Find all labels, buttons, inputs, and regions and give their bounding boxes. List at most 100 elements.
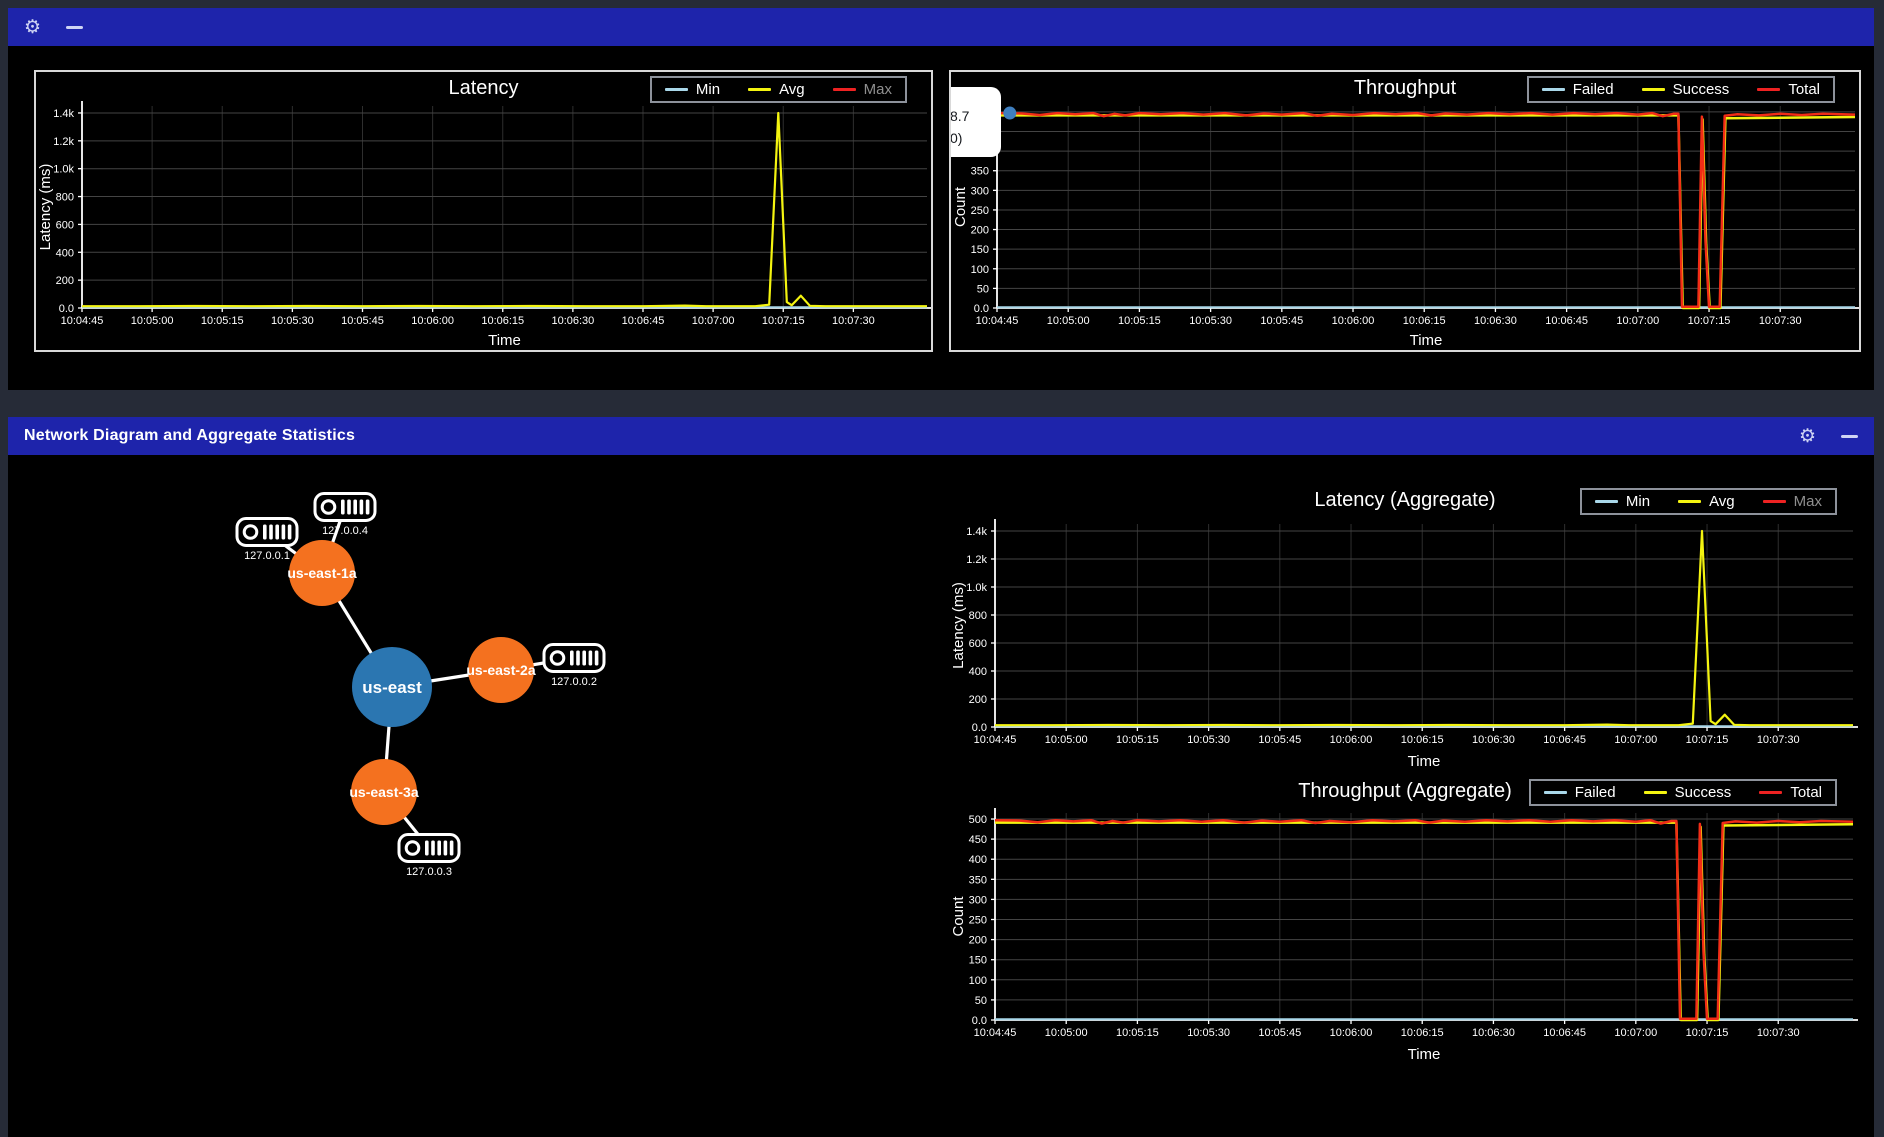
svg-text:100: 100 — [971, 264, 989, 276]
svg-text:10:04:45: 10:04:45 — [974, 734, 1017, 746]
svg-text:400: 400 — [969, 666, 987, 678]
svg-text:50: 50 — [977, 283, 989, 295]
svg-text:10:05:30: 10:05:30 — [271, 315, 314, 327]
network-device-127.0.0.4[interactable]: 127.0.0.4 — [315, 494, 375, 538]
svg-text:200: 200 — [971, 225, 989, 237]
svg-text:Time: Time — [488, 332, 521, 349]
svg-text:10:05:00: 10:05:00 — [1045, 734, 1088, 746]
svg-text:10:05:00: 10:05:00 — [1045, 1027, 1088, 1039]
legend-label: Min — [696, 81, 720, 98]
svg-text:800: 800 — [969, 610, 987, 622]
svg-text:Latency (ms): Latency (ms) — [37, 164, 54, 251]
svg-text:0.0: 0.0 — [974, 303, 989, 315]
legend-item-success[interactable]: Success — [1644, 784, 1732, 801]
svg-text:10:06:45: 10:06:45 — [1545, 315, 1588, 327]
legend-item-max[interactable]: Max — [1763, 493, 1822, 510]
legend-swatch — [1678, 500, 1701, 504]
legend-item-total[interactable]: Total — [1759, 784, 1822, 801]
device-label: 127.0.0.4 — [322, 525, 368, 537]
svg-text:350: 350 — [971, 166, 989, 178]
legend-label: Total — [1788, 81, 1820, 98]
svg-text:250: 250 — [969, 915, 987, 927]
svg-text:50: 50 — [975, 995, 987, 1007]
svg-text:100: 100 — [969, 975, 987, 987]
svg-text:450: 450 — [969, 834, 987, 846]
svg-text:10:05:45: 10:05:45 — [341, 315, 384, 327]
legend-swatch — [1544, 791, 1567, 795]
node-label: us-east — [362, 678, 422, 697]
svg-text:200: 200 — [56, 275, 74, 287]
chart-legend: Failed Success Total — [1527, 76, 1835, 103]
svg-text:10:06:45: 10:06:45 — [1543, 1027, 1586, 1039]
legend-item-failed[interactable]: Failed — [1544, 784, 1616, 801]
svg-text:10:07:30: 10:07:30 — [1757, 734, 1800, 746]
legend-label: Total — [1790, 784, 1822, 801]
legend-item-failed[interactable]: Failed — [1542, 81, 1614, 98]
legend-swatch — [748, 88, 771, 92]
legend-swatch — [833, 88, 856, 92]
panel-charts: ⚙ Latency MinAvgMax 10:04:4510:05:0010:0… — [8, 8, 1874, 390]
svg-text:10:06:45: 10:06:45 — [1543, 734, 1586, 746]
svg-text:10:06:00: 10:06:00 — [1330, 1027, 1373, 1039]
legend-item-avg[interactable]: Avg — [748, 81, 805, 98]
network-diagram: 127.0.0.4 127.0.0.1 127.0.0.2 127.0.0.3 us-e… — [10, 455, 940, 963]
panel-title: Network Diagram and Aggregate Statistics — [24, 427, 355, 445]
svg-text:10:06:15: 10:06:15 — [1401, 1027, 1444, 1039]
svg-text:10:05:30: 10:05:30 — [1187, 1027, 1230, 1039]
legend-label: Max — [864, 81, 892, 98]
legend-item-total[interactable]: Total — [1757, 81, 1820, 98]
network-node-us-east-1a[interactable]: us-east-1a — [287, 540, 356, 606]
minimize-icon[interactable] — [66, 26, 83, 29]
legend-swatch — [1542, 88, 1565, 92]
legend-label: Success — [1675, 784, 1732, 801]
node-label: us-east-2a — [466, 662, 535, 678]
svg-text:10:07:15: 10:07:15 — [1688, 315, 1731, 327]
legend-item-success[interactable]: Success — [1642, 81, 1730, 98]
chart-canvas: 10:04:4510:05:0010:05:1510:05:3010:05:45… — [951, 72, 1861, 352]
panel-network-header: Network Diagram and Aggregate Statistics… — [8, 417, 1874, 455]
svg-text:150: 150 — [971, 244, 989, 256]
minimize-icon[interactable] — [1841, 435, 1858, 438]
latency-aggregate-chart: Latency (Aggregate) MinAvgMax 10:04:4510… — [949, 484, 1861, 775]
tooltip-line: 0) — [950, 127, 1001, 149]
chart-canvas: 10:04:4510:05:0010:05:1510:05:3010:05:45… — [36, 72, 933, 352]
svg-text:10:05:15: 10:05:15 — [1116, 734, 1159, 746]
network-device-127.0.0.2[interactable]: 127.0.0.2 — [544, 645, 604, 689]
network-device-127.0.0.1[interactable]: 127.0.0.1 — [237, 519, 297, 563]
svg-text:Count: Count — [950, 896, 967, 937]
svg-text:1.4k: 1.4k — [966, 526, 987, 538]
chart-legend: Min Avg Max — [1580, 488, 1837, 515]
legend-label: Failed — [1573, 81, 1614, 98]
network-device-127.0.0.3[interactable]: 127.0.0.3 — [399, 835, 459, 879]
svg-text:10:05:45: 10:05:45 — [1258, 734, 1301, 746]
svg-text:10:06:00: 10:06:00 — [1332, 315, 1375, 327]
gear-icon[interactable]: ⚙ — [1799, 427, 1816, 446]
svg-text:10:07:30: 10:07:30 — [1757, 1027, 1800, 1039]
svg-text:10:05:45: 10:05:45 — [1258, 1027, 1301, 1039]
svg-text:300: 300 — [971, 185, 989, 197]
svg-text:10:05:15: 10:05:15 — [1116, 1027, 1159, 1039]
network-canvas: 127.0.0.4 127.0.0.1 127.0.0.2 127.0.0.3 us-e… — [10, 455, 940, 963]
device-label: 127.0.0.3 — [406, 866, 452, 878]
svg-text:Time: Time — [1408, 753, 1441, 770]
svg-text:10:05:30: 10:05:30 — [1189, 315, 1232, 327]
legend-item-avg[interactable]: Avg — [1678, 493, 1735, 510]
network-node-us-east-3a[interactable]: us-east-3a — [349, 759, 418, 825]
device-label: 127.0.0.1 — [244, 550, 290, 562]
legend-swatch — [1642, 88, 1665, 92]
svg-text:10:07:00: 10:07:00 — [692, 315, 735, 327]
network-node-us-east[interactable]: us-east — [352, 647, 432, 727]
svg-text:10:06:00: 10:06:00 — [1330, 734, 1373, 746]
legend-item-min[interactable]: Min — [665, 81, 720, 98]
svg-text:10:05:30: 10:05:30 — [1187, 734, 1230, 746]
panel-charts-header: ⚙ — [8, 8, 1874, 46]
network-node-us-east-2a[interactable]: us-east-2a — [466, 637, 535, 703]
gear-icon[interactable]: ⚙ — [24, 18, 41, 37]
legend-item-min[interactable]: Min — [1595, 493, 1650, 510]
svg-text:10:05:00: 10:05:00 — [1047, 315, 1090, 327]
legend-item-max[interactable]: Max — [833, 81, 892, 98]
svg-text:Time: Time — [1408, 1046, 1441, 1063]
tooltip-line: 8.7 — [950, 105, 1001, 127]
svg-text:10:07:00: 10:07:00 — [1614, 734, 1657, 746]
svg-text:400: 400 — [56, 247, 74, 259]
